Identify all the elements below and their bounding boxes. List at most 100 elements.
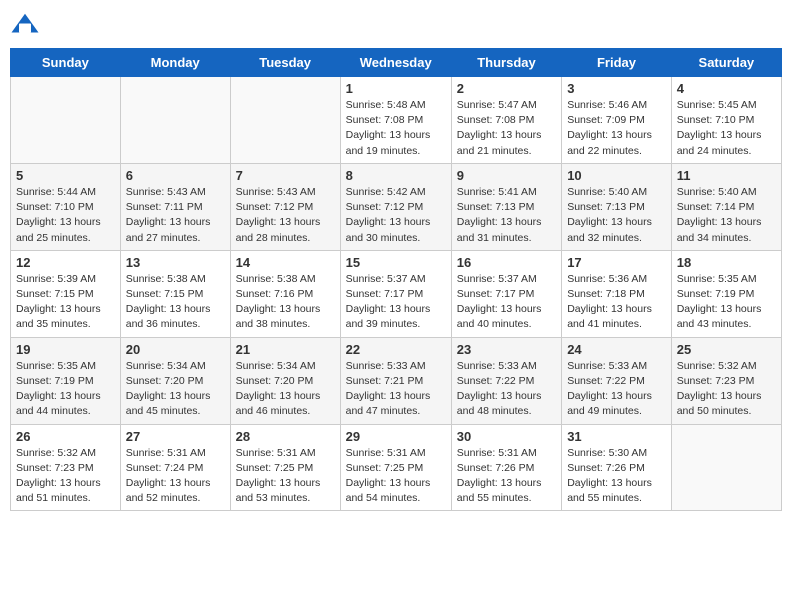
day-info: Sunrise: 5:38 AMSunset: 7:16 PMDaylight:… bbox=[236, 272, 335, 333]
day-info: Sunrise: 5:33 AMSunset: 7:21 PMDaylight:… bbox=[346, 359, 446, 420]
calendar-table: SundayMondayTuesdayWednesdayThursdayFrid… bbox=[10, 48, 782, 511]
calendar-cell bbox=[120, 77, 230, 164]
day-info: Sunrise: 5:34 AMSunset: 7:20 PMDaylight:… bbox=[236, 359, 335, 420]
day-info: Sunrise: 5:30 AMSunset: 7:26 PMDaylight:… bbox=[567, 446, 666, 507]
day-info: Sunrise: 5:48 AMSunset: 7:08 PMDaylight:… bbox=[346, 98, 446, 159]
calendar-cell: 18 Sunrise: 5:35 AMSunset: 7:19 PMDayligh… bbox=[671, 250, 781, 337]
day-info: Sunrise: 5:45 AMSunset: 7:10 PMDaylight:… bbox=[677, 98, 776, 159]
day-number: 21 bbox=[236, 342, 335, 357]
logo bbox=[10, 10, 44, 40]
calendar-cell: 7 Sunrise: 5:43 AMSunset: 7:12 PMDaylight… bbox=[230, 163, 340, 250]
day-number: 9 bbox=[457, 168, 556, 183]
calendar-cell: 25 Sunrise: 5:32 AMSunset: 7:23 PMDayligh… bbox=[671, 337, 781, 424]
column-header-saturday: Saturday bbox=[671, 49, 781, 77]
calendar-cell: 17Sunrise: 5:36 AMSunset: 7:18 PMDayligh… bbox=[562, 250, 672, 337]
calendar-cell: 14 Sunrise: 5:38 AMSunset: 7:16 PMDayligh… bbox=[230, 250, 340, 337]
day-info: Sunrise: 5:40 AMSunset: 7:14 PMDaylight:… bbox=[677, 185, 776, 246]
column-header-tuesday: Tuesday bbox=[230, 49, 340, 77]
day-info: Sunrise: 5:37 AMSunset: 7:17 PMDaylight:… bbox=[346, 272, 446, 333]
calendar-cell: 8 Sunrise: 5:42 AMSunset: 7:12 PMDaylight… bbox=[340, 163, 451, 250]
calendar-cell: 3 Sunrise: 5:46 AMSunset: 7:09 PMDaylight… bbox=[562, 77, 672, 164]
calendar-cell: 28 Sunrise: 5:31 AMSunset: 7:25 PMDayligh… bbox=[230, 424, 340, 511]
calendar-cell: 22 Sunrise: 5:33 AMSunset: 7:21 PMDayligh… bbox=[340, 337, 451, 424]
day-number: 29 bbox=[346, 429, 446, 444]
day-number: 31 bbox=[567, 429, 666, 444]
day-number: 30 bbox=[457, 429, 556, 444]
day-number: 19 bbox=[16, 342, 115, 357]
day-number: 4 bbox=[677, 81, 776, 96]
calendar-cell: 9 Sunrise: 5:41 AMSunset: 7:13 PMDaylight… bbox=[451, 163, 561, 250]
calendar-cell: 19 Sunrise: 5:35 AMSunset: 7:19 PMDayligh… bbox=[11, 337, 121, 424]
calendar-cell: 2 Sunrise: 5:47 AMSunset: 7:08 PMDaylight… bbox=[451, 77, 561, 164]
day-number: 15 bbox=[346, 255, 446, 270]
calendar-cell bbox=[230, 77, 340, 164]
day-number: 2 bbox=[457, 81, 556, 96]
logo-icon bbox=[10, 10, 40, 40]
calendar-cell: 20 Sunrise: 5:34 AMSunset: 7:20 PMDayligh… bbox=[120, 337, 230, 424]
day-info: Sunrise: 5:35 AMSunset: 7:19 PMDaylight:… bbox=[16, 359, 115, 420]
day-info: Sunrise: 5:39 AMSunset: 7:15 PMDaylight:… bbox=[16, 272, 115, 333]
day-info: Sunrise: 5:37 AMSunset: 7:17 PMDaylight:… bbox=[457, 272, 556, 333]
calendar-cell: 31 Sunrise: 5:30 AMSunset: 7:26 PMDayligh… bbox=[562, 424, 672, 511]
calendar-cell: 21 Sunrise: 5:34 AMSunset: 7:20 PMDayligh… bbox=[230, 337, 340, 424]
day-info: Sunrise: 5:32 AMSunset: 7:23 PMDaylight:… bbox=[677, 359, 776, 420]
day-number: 16 bbox=[457, 255, 556, 270]
day-number: 1 bbox=[346, 81, 446, 96]
calendar-cell bbox=[671, 424, 781, 511]
calendar-cell: 4 Sunrise: 5:45 AMSunset: 7:10 PMDaylight… bbox=[671, 77, 781, 164]
calendar-cell: 24 Sunrise: 5:33 AMSunset: 7:22 PMDayligh… bbox=[562, 337, 672, 424]
day-info: Sunrise: 5:42 AMSunset: 7:12 PMDaylight:… bbox=[346, 185, 446, 246]
calendar-cell: 6Sunrise: 5:43 AMSunset: 7:11 PMDaylight… bbox=[120, 163, 230, 250]
column-header-wednesday: Wednesday bbox=[340, 49, 451, 77]
day-info: Sunrise: 5:41 AMSunset: 7:13 PMDaylight:… bbox=[457, 185, 556, 246]
day-info: Sunrise: 5:33 AMSunset: 7:22 PMDaylight:… bbox=[567, 359, 666, 420]
day-info: Sunrise: 5:34 AMSunset: 7:20 PMDaylight:… bbox=[126, 359, 225, 420]
day-number: 18 bbox=[677, 255, 776, 270]
day-number: 13 bbox=[126, 255, 225, 270]
day-number: 12 bbox=[16, 255, 115, 270]
day-info: Sunrise: 5:44 AMSunset: 7:10 PMDaylight:… bbox=[16, 185, 115, 246]
day-info: Sunrise: 5:40 AMSunset: 7:13 PMDaylight:… bbox=[567, 185, 666, 246]
day-info: Sunrise: 5:46 AMSunset: 7:09 PMDaylight:… bbox=[567, 98, 666, 159]
day-number: 14 bbox=[236, 255, 335, 270]
day-number: 11 bbox=[677, 168, 776, 183]
day-info: Sunrise: 5:31 AMSunset: 7:25 PMDaylight:… bbox=[346, 446, 446, 507]
day-info: Sunrise: 5:38 AMSunset: 7:15 PMDaylight:… bbox=[126, 272, 225, 333]
day-info: Sunrise: 5:43 AMSunset: 7:11 PMDaylight:… bbox=[126, 185, 225, 246]
calendar-cell: 11 Sunrise: 5:40 AMSunset: 7:14 PMDayligh… bbox=[671, 163, 781, 250]
calendar-cell: 26Sunrise: 5:32 AMSunset: 7:23 PMDayligh… bbox=[11, 424, 121, 511]
calendar-cell bbox=[11, 77, 121, 164]
day-number: 7 bbox=[236, 168, 335, 183]
day-info: Sunrise: 5:31 AMSunset: 7:24 PMDaylight:… bbox=[126, 446, 225, 507]
day-number: 3 bbox=[567, 81, 666, 96]
day-info: Sunrise: 5:33 AMSunset: 7:22 PMDaylight:… bbox=[457, 359, 556, 420]
calendar-cell: 30 Sunrise: 5:31 AMSunset: 7:26 PMDayligh… bbox=[451, 424, 561, 511]
calendar-cell: 13 Sunrise: 5:38 AMSunset: 7:15 PMDayligh… bbox=[120, 250, 230, 337]
calendar-cell: 10 Sunrise: 5:40 AMSunset: 7:13 PMDayligh… bbox=[562, 163, 672, 250]
day-info: Sunrise: 5:35 AMSunset: 7:19 PMDaylight:… bbox=[677, 272, 776, 333]
calendar-cell: 12 Sunrise: 5:39 AMSunset: 7:15 PMDayligh… bbox=[11, 250, 121, 337]
day-number: 17 bbox=[567, 255, 666, 270]
day-number: 27 bbox=[126, 429, 225, 444]
day-number: 26 bbox=[16, 429, 115, 444]
calendar-cell: 16 Sunrise: 5:37 AMSunset: 7:17 PMDayligh… bbox=[451, 250, 561, 337]
day-number: 5 bbox=[16, 168, 115, 183]
column-header-sunday: Sunday bbox=[11, 49, 121, 77]
calendar-cell: 15 Sunrise: 5:37 AMSunset: 7:17 PMDayligh… bbox=[340, 250, 451, 337]
day-info: Sunrise: 5:47 AMSunset: 7:08 PMDaylight:… bbox=[457, 98, 556, 159]
day-number: 24 bbox=[567, 342, 666, 357]
day-info: Sunrise: 5:31 AMSunset: 7:25 PMDaylight:… bbox=[236, 446, 335, 507]
day-number: 20 bbox=[126, 342, 225, 357]
day-number: 8 bbox=[346, 168, 446, 183]
day-info: Sunrise: 5:43 AMSunset: 7:12 PMDaylight:… bbox=[236, 185, 335, 246]
column-header-monday: Monday bbox=[120, 49, 230, 77]
day-number: 22 bbox=[346, 342, 446, 357]
column-header-friday: Friday bbox=[562, 49, 672, 77]
day-number: 10 bbox=[567, 168, 666, 183]
calendar-cell: 1 Sunrise: 5:48 AMSunset: 7:08 PMDaylight… bbox=[340, 77, 451, 164]
calendar-cell: 5 Sunrise: 5:44 AMSunset: 7:10 PMDaylight… bbox=[11, 163, 121, 250]
day-number: 25 bbox=[677, 342, 776, 357]
day-info: Sunrise: 5:31 AMSunset: 7:26 PMDaylight:… bbox=[457, 446, 556, 507]
day-number: 23 bbox=[457, 342, 556, 357]
day-number: 28 bbox=[236, 429, 335, 444]
